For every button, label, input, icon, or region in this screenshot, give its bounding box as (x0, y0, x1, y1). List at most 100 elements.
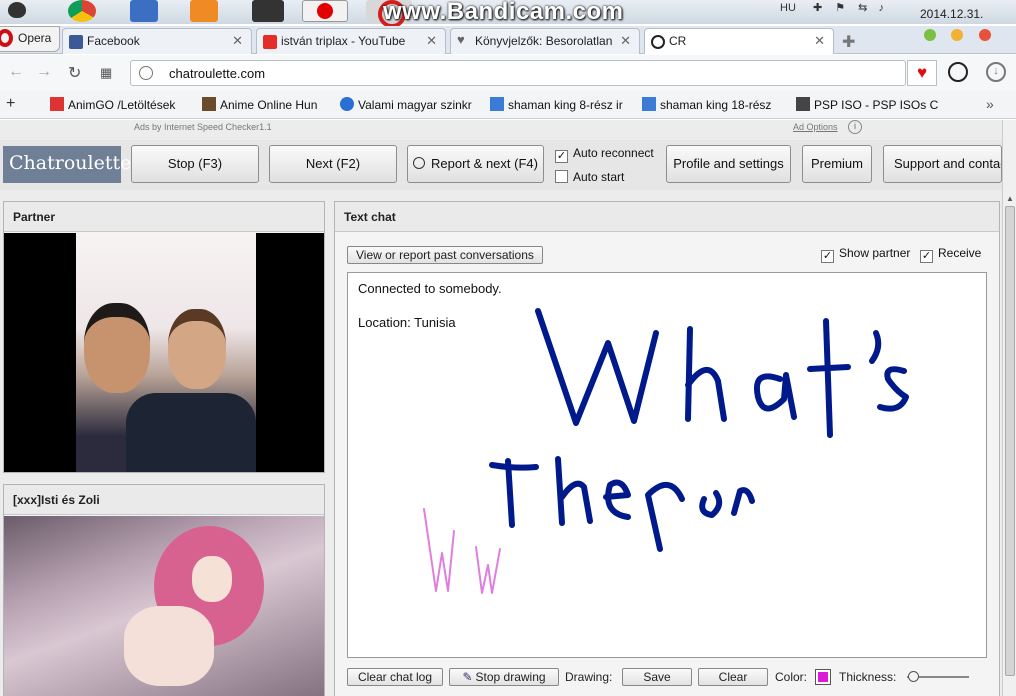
chrome-icon[interactable] (68, 0, 96, 22)
checkbox-checked[interactable]: ✓ (555, 150, 568, 163)
next-button[interactable]: Next (F2) (269, 145, 397, 183)
color-label: Color: (775, 670, 808, 684)
close-window-button[interactable] (978, 29, 991, 41)
tab-facebook[interactable]: Facebook ✕ (62, 28, 252, 54)
ad-close-icon[interactable]: i (848, 120, 862, 134)
url-field[interactable]: chatroulette.com (130, 60, 906, 86)
text-chat-panel: Text chat View or report past conversati… (334, 201, 1000, 696)
opera-menu-button[interactable]: Opera (0, 26, 60, 52)
add-bookmark-icon[interactable]: + (6, 95, 15, 113)
show-partner-checkbox[interactable]: ✓ Show partner (821, 246, 910, 263)
self-panel: [xxx]Isti és Zoli (3, 484, 325, 696)
back-icon[interactable]: ← (8, 63, 24, 81)
bookmark-anime-online[interactable]: Anime Online Hun (202, 97, 317, 112)
chat-log-area[interactable]: Connected to somebody. Location: Tunisia (347, 272, 987, 658)
chatroulette-page: Ads by Internet Speed Checker1.1 Ad Opti… (0, 120, 1002, 696)
bookmark-psp-iso[interactable]: PSP ISO - PSP ISOs C (796, 97, 938, 112)
auto-start-checkbox[interactable]: Auto start (555, 170, 624, 184)
self-drawing-strokes (423, 508, 501, 594)
forward-icon[interactable]: → (36, 63, 52, 81)
main-toolbar: Chatroulette Stop (F3) Next (F2) Report … (0, 140, 1002, 190)
minimize-button[interactable] (924, 29, 936, 41)
clear-chat-log-button[interactable]: Clear chat log (347, 668, 443, 686)
close-tab-icon[interactable]: ✕ (814, 33, 825, 49)
game-icon[interactable] (252, 0, 284, 22)
language-indicator[interactable]: HU (780, 2, 796, 14)
stop-button[interactable]: Stop (F3) (131, 145, 259, 183)
bookmark-shaman-king-8[interactable]: shaman king 8-rész ir (490, 97, 623, 112)
scroll-up-icon[interactable]: ▲ (1006, 194, 1014, 203)
stop-drawing-button[interactable]: ✎ Stop drawing (449, 668, 559, 686)
scrollbar-thumb[interactable] (1005, 206, 1015, 676)
text-chat-title: Text chat (335, 202, 999, 232)
globe-icon (139, 66, 153, 80)
bookmark-magyar-szinkron[interactable]: Valami magyar szinkr (340, 97, 472, 112)
anime-online-icon (202, 97, 216, 111)
facebook-icon (69, 35, 83, 49)
clear-drawing-button[interactable]: Clear (698, 668, 768, 686)
bandicam-icon[interactable] (302, 0, 348, 22)
bookmark-animgo[interactable]: AnimGO /Letöltések (50, 97, 175, 112)
bookmark-shaman-king-18[interactable]: shaman king 18-rész (642, 97, 771, 112)
maximize-button[interactable] (951, 29, 964, 41)
google-icon (642, 97, 656, 111)
checkbox-checked[interactable]: ✓ (920, 250, 933, 263)
pencil-icon: ✎ (462, 670, 473, 684)
ad-options-link[interactable]: Ad Options (793, 122, 838, 132)
google-icon (490, 97, 504, 111)
system-tray: HU ✚ ⚑ ⇆ ♪ (780, 1, 884, 14)
checkbox-unchecked[interactable] (555, 170, 568, 183)
profile-settings-button[interactable]: Profile and settings (666, 145, 791, 183)
finder-icon[interactable] (130, 0, 158, 22)
close-tab-icon[interactable]: ✕ (426, 33, 437, 49)
view-past-conversations-button[interactable]: View or report past conversations (347, 246, 543, 264)
person-2 (168, 309, 226, 389)
partner-webcam-image (76, 233, 256, 472)
tab-youtube[interactable]: istván triplax - YouTube ✕ (256, 28, 446, 54)
thickness-slider-thumb[interactable] (908, 671, 919, 682)
person-1 (84, 303, 150, 393)
bookmarks-bar: + AnimGO /Letöltések Anime Online Hun Va… (0, 91, 1016, 119)
thickness-label: Thickness: (839, 670, 897, 684)
download-icon[interactable]: ↓ (986, 62, 1006, 82)
tray-plus-icon[interactable]: ✚ (813, 2, 822, 14)
receive-checkbox[interactable]: ✓ Receive (920, 246, 981, 263)
psp-iso-icon (796, 97, 810, 111)
media-player-icon[interactable] (190, 0, 218, 22)
tray-network-icon[interactable]: ⇆ (858, 2, 867, 14)
premium-button[interactable]: Premium (802, 145, 872, 183)
anime-face (192, 556, 232, 602)
drawing-canvas[interactable] (348, 273, 987, 658)
checkbox-checked[interactable]: ✓ (821, 250, 834, 263)
address-bar-row: ← → ↻ ▦ chatroulette.com ♥ ↓ (0, 55, 1016, 91)
save-drawing-button[interactable]: Save (622, 668, 692, 686)
support-contact-button[interactable]: Support and contact (883, 145, 1002, 183)
stash-heart-icon[interactable]: ♥ (907, 60, 937, 86)
tab-bookmarks[interactable]: ♥ Könyvjelzők: Besorolatlan ✕ (450, 28, 640, 54)
opera-logo-icon (0, 29, 13, 47)
tray-volume-icon[interactable]: ♪ (878, 2, 884, 14)
reload-icon[interactable]: ↻ (68, 63, 81, 83)
tray-flag-icon[interactable]: ⚑ (835, 2, 845, 14)
speedometer-icon[interactable] (948, 62, 968, 82)
opera-menu-label: Opera (18, 31, 52, 45)
new-tab-icon[interactable]: ✚ (842, 32, 862, 51)
partner-drawing-strokes (489, 308, 909, 552)
animgo-icon (50, 97, 64, 111)
close-tab-icon[interactable]: ✕ (232, 33, 243, 49)
more-bookmarks-icon[interactable]: » (986, 96, 994, 112)
tab-cr[interactable]: CR ✕ (644, 28, 834, 54)
report-next-button[interactable]: Report & next (F4) (407, 145, 544, 183)
auto-reconnect-checkbox[interactable]: ✓ Auto reconnect (555, 146, 654, 163)
heart-icon: ♥ (457, 32, 465, 47)
page-scrollbar[interactable]: ▲ (1002, 120, 1016, 696)
close-tab-icon[interactable]: ✕ (620, 33, 631, 49)
tab-strip: Opera Facebook ✕ istván triplax - YouTub… (0, 26, 1016, 54)
tab-label: Könyvjelzők: Besorolatlan (475, 34, 613, 48)
tab-label: istván triplax - YouTube (281, 34, 406, 48)
apple-icon[interactable] (8, 2, 26, 18)
color-swatch[interactable] (815, 669, 831, 685)
chatroulette-logo: Chatroulette (3, 146, 131, 183)
question-icon (340, 97, 354, 111)
speed-dial-icon[interactable]: ▦ (100, 65, 112, 81)
